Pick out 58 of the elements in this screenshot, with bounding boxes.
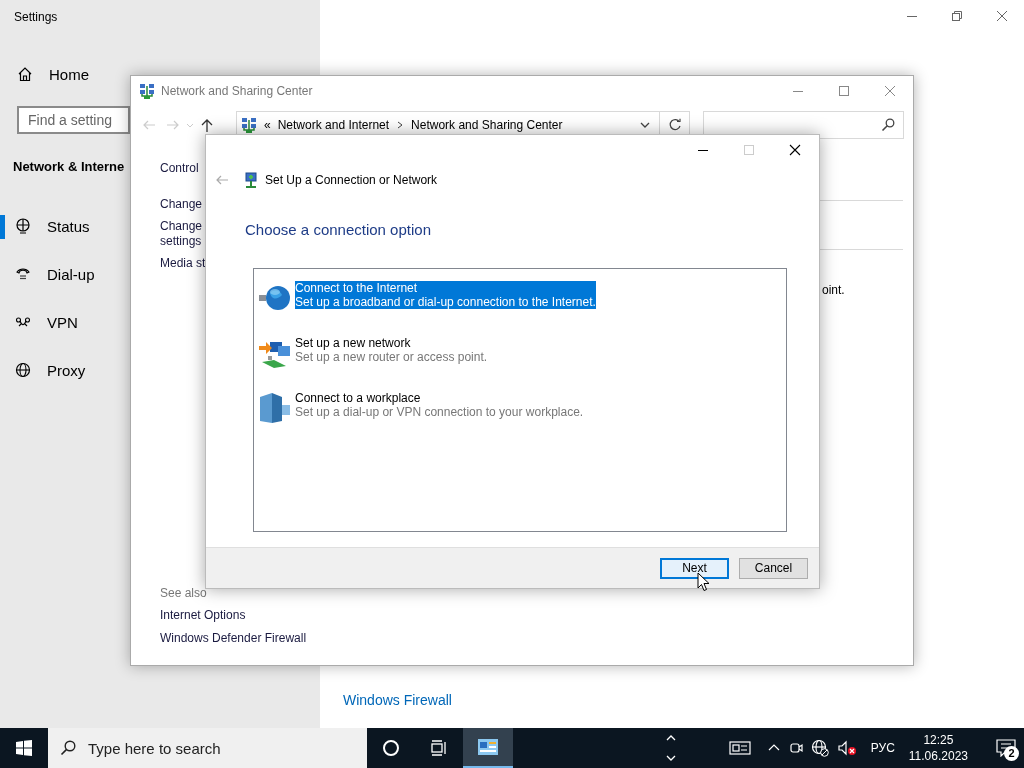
breadcrumb-item[interactable]: Network and Internet	[277, 118, 390, 132]
nav-item[interactable]: VPN	[0, 298, 125, 346]
meet-icon[interactable]	[788, 740, 803, 756]
breadcrumb-overflow[interactable]: «	[264, 118, 271, 132]
section-heading: Network & Interne	[13, 158, 125, 176]
globe-icon	[15, 362, 31, 378]
taskbar-app-button[interactable]	[463, 728, 513, 768]
sidebar-link[interactable]: Change settings	[160, 219, 203, 249]
dialog-heading: Choose a connection option	[245, 220, 431, 240]
firewall-link[interactable]: Windows Firewall	[343, 692, 452, 708]
dialog-title: Set Up a Connection or Network	[265, 173, 438, 187]
breadcrumb-item[interactable]: Network and Sharing Center	[411, 118, 563, 132]
cancel-button[interactable]: Cancel	[739, 557, 808, 579]
search-icon	[881, 118, 895, 132]
related-link[interactable]: Internet Options	[160, 607, 307, 623]
control-panel-icon	[478, 739, 498, 755]
nav-item[interactable]: Dial-up	[0, 250, 125, 298]
sidebar-link[interactable]: Change	[160, 197, 203, 212]
network-icon	[139, 83, 155, 99]
circle-icon[interactable]	[382, 739, 400, 757]
home-icon	[17, 66, 33, 82]
notification-count: 2	[1004, 746, 1019, 761]
network-icon	[241, 117, 257, 133]
home-link[interactable]: Home	[0, 56, 89, 92]
nav-item[interactable]: Proxy	[0, 346, 125, 394]
sidebar-link[interactable]: Control	[160, 161, 199, 176]
notification-icon[interactable]	[996, 739, 1016, 757]
close-icon[interactable]	[789, 144, 801, 156]
globe-monitor-icon	[15, 218, 31, 234]
nav-item[interactable]: Status	[0, 202, 125, 250]
next-button[interactable]: Next	[660, 557, 729, 579]
chevron-right-icon	[396, 119, 405, 131]
connection-option[interactable]: Set up a new network Set up a new router or access point.	[254, 336, 488, 370]
globe-blocked-icon[interactable]	[810, 739, 829, 757]
maximize-icon[interactable]	[838, 85, 850, 97]
speaker-muted-icon[interactable]	[836, 740, 857, 756]
window-title: Settings	[13, 9, 59, 26]
network-icon	[243, 171, 259, 189]
building-icon	[258, 391, 292, 425]
search-field[interactable]: Type here to search	[86, 738, 367, 758]
windows-logo-icon	[16, 740, 32, 756]
phone-icon	[15, 266, 31, 282]
sidebar-link[interactable]: Media st	[160, 256, 206, 271]
window-title: Network and Sharing Center	[161, 84, 313, 98]
search-icon	[60, 740, 76, 756]
refresh-icon	[667, 118, 682, 132]
search-box[interactable]: Type here to search	[48, 728, 367, 768]
related-link[interactable]: Windows Defender Firewall	[160, 630, 307, 646]
up-arrow-icon[interactable]	[199, 117, 215, 133]
connection-option[interactable]: Connect to a workplace Set up a dial-up or VPN connection to your workplace.	[254, 391, 584, 425]
clock[interactable]: 12:25 11.06.2023	[908, 732, 968, 764]
search-field[interactable]: Find a setting	[17, 106, 130, 134]
news-icon[interactable]	[728, 740, 751, 756]
section-label: See also	[160, 585, 208, 601]
text-fragment: oint.	[822, 283, 845, 297]
language-indicator[interactable]: РУС	[870, 741, 895, 755]
task-view-icon[interactable]	[430, 739, 448, 757]
maximize-icon	[743, 144, 755, 156]
